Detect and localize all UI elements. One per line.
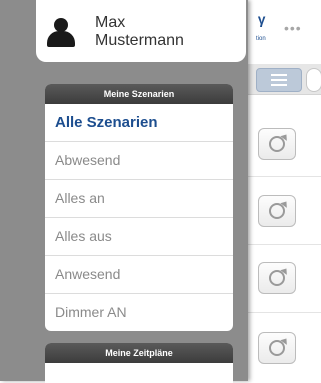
scenario-item-alles-aus[interactable]: Alles aus bbox=[45, 217, 233, 255]
schedules-header: Meine Zeitpläne bbox=[45, 343, 233, 363]
background-app: ᵞ tion ••• bbox=[246, 0, 321, 381]
row-divider bbox=[246, 176, 321, 177]
scenario-run-button[interactable] bbox=[258, 195, 296, 227]
scenario-run-button[interactable] bbox=[258, 262, 296, 294]
scenario-item-alle-szenarien[interactable]: Alle Szenarien bbox=[45, 104, 233, 141]
schedules-section: Meine Zeitpläne bbox=[45, 343, 233, 383]
list-view-button[interactable] bbox=[256, 68, 302, 92]
toolbar-pill[interactable] bbox=[306, 68, 321, 92]
logo-glyph-icon: ᵞ bbox=[258, 12, 266, 34]
scenario-item-anwesend[interactable]: Anwesend bbox=[45, 255, 233, 293]
row-divider bbox=[246, 312, 321, 313]
person-icon-body bbox=[47, 31, 75, 47]
scenario-item-abwesend[interactable]: Abwesend bbox=[45, 141, 233, 179]
logo-caption: tion bbox=[256, 36, 266, 42]
profile-last-name: Mustermann bbox=[95, 32, 184, 49]
person-icon bbox=[46, 18, 76, 48]
row-divider bbox=[246, 244, 321, 245]
list-icon-line bbox=[271, 84, 287, 86]
list-icon bbox=[271, 74, 287, 76]
person-icon-head bbox=[54, 18, 68, 32]
scenarios-section: Meine Szenarien Alle Szenarien Abwesend … bbox=[45, 84, 233, 331]
scenario-run-button[interactable] bbox=[258, 332, 296, 364]
profile-name: Max Mustermann bbox=[95, 14, 184, 50]
scenario-item-dimmer-an[interactable]: Dimmer AN bbox=[45, 293, 233, 331]
profile-card[interactable]: Max Mustermann bbox=[36, 0, 246, 62]
side-drawer: Max Mustermann Meine Szenarien Alle Szen… bbox=[0, 0, 248, 383]
more-dots-icon[interactable]: ••• bbox=[284, 20, 302, 36]
app-logo: ᵞ tion bbox=[256, 12, 286, 54]
scenario-run-button[interactable] bbox=[258, 128, 296, 160]
list-icon-line bbox=[271, 79, 287, 81]
profile-first-name: Max bbox=[95, 14, 126, 31]
scenario-item-alles-an[interactable]: Alles an bbox=[45, 179, 233, 217]
scenarios-header: Meine Szenarien bbox=[45, 84, 233, 104]
